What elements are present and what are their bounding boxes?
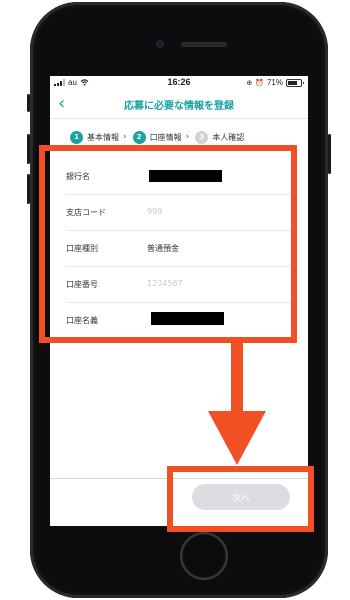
alarm-icon: ⏰ bbox=[255, 79, 264, 87]
next-button-highlight-box bbox=[167, 466, 314, 532]
step-identity-verification: 3 本人確認 bbox=[195, 130, 245, 144]
arrow-shaft bbox=[231, 337, 243, 413]
front-camera bbox=[156, 40, 164, 48]
step-label: 本人確認 bbox=[212, 132, 245, 142]
chevron-right-icon: › bbox=[123, 132, 127, 142]
form-highlight-box bbox=[39, 145, 297, 343]
battery-icon bbox=[286, 78, 304, 87]
orientation-lock-icon: ⊕ bbox=[246, 79, 253, 87]
power-button bbox=[328, 134, 331, 174]
step-number: 1 bbox=[70, 130, 83, 144]
step-label: 口座情報 bbox=[149, 132, 182, 142]
step-number: 3 bbox=[195, 130, 209, 144]
step-account-info: 2 口座情報 bbox=[132, 130, 182, 144]
navigation-bar: ‹ 応募に必要な情報を登録 bbox=[50, 92, 308, 116]
arrow-down-icon bbox=[208, 411, 266, 465]
step-label: 基本情報 bbox=[87, 132, 119, 142]
status-bar: au 16:26 ⊕ ⏰ 71% bbox=[50, 76, 308, 90]
volume-down-button bbox=[27, 174, 30, 204]
progress-stepper: 1 基本情報 › 2 口座情報 › 3 本人確認 bbox=[70, 129, 248, 145]
step-basic-info: 1 基本情報 bbox=[70, 130, 119, 144]
battery-percent: 71% bbox=[266, 78, 283, 87]
chevron-right-icon: › bbox=[185, 132, 190, 142]
nav-divider bbox=[50, 118, 308, 119]
page-title: 応募に必要な情報を登録 bbox=[124, 101, 234, 112]
home-button[interactable] bbox=[182, 534, 226, 578]
mute-switch bbox=[27, 94, 30, 112]
volume-up-button bbox=[27, 134, 30, 164]
step-number: 2 bbox=[132, 130, 146, 144]
earpiece-speaker bbox=[181, 42, 227, 47]
